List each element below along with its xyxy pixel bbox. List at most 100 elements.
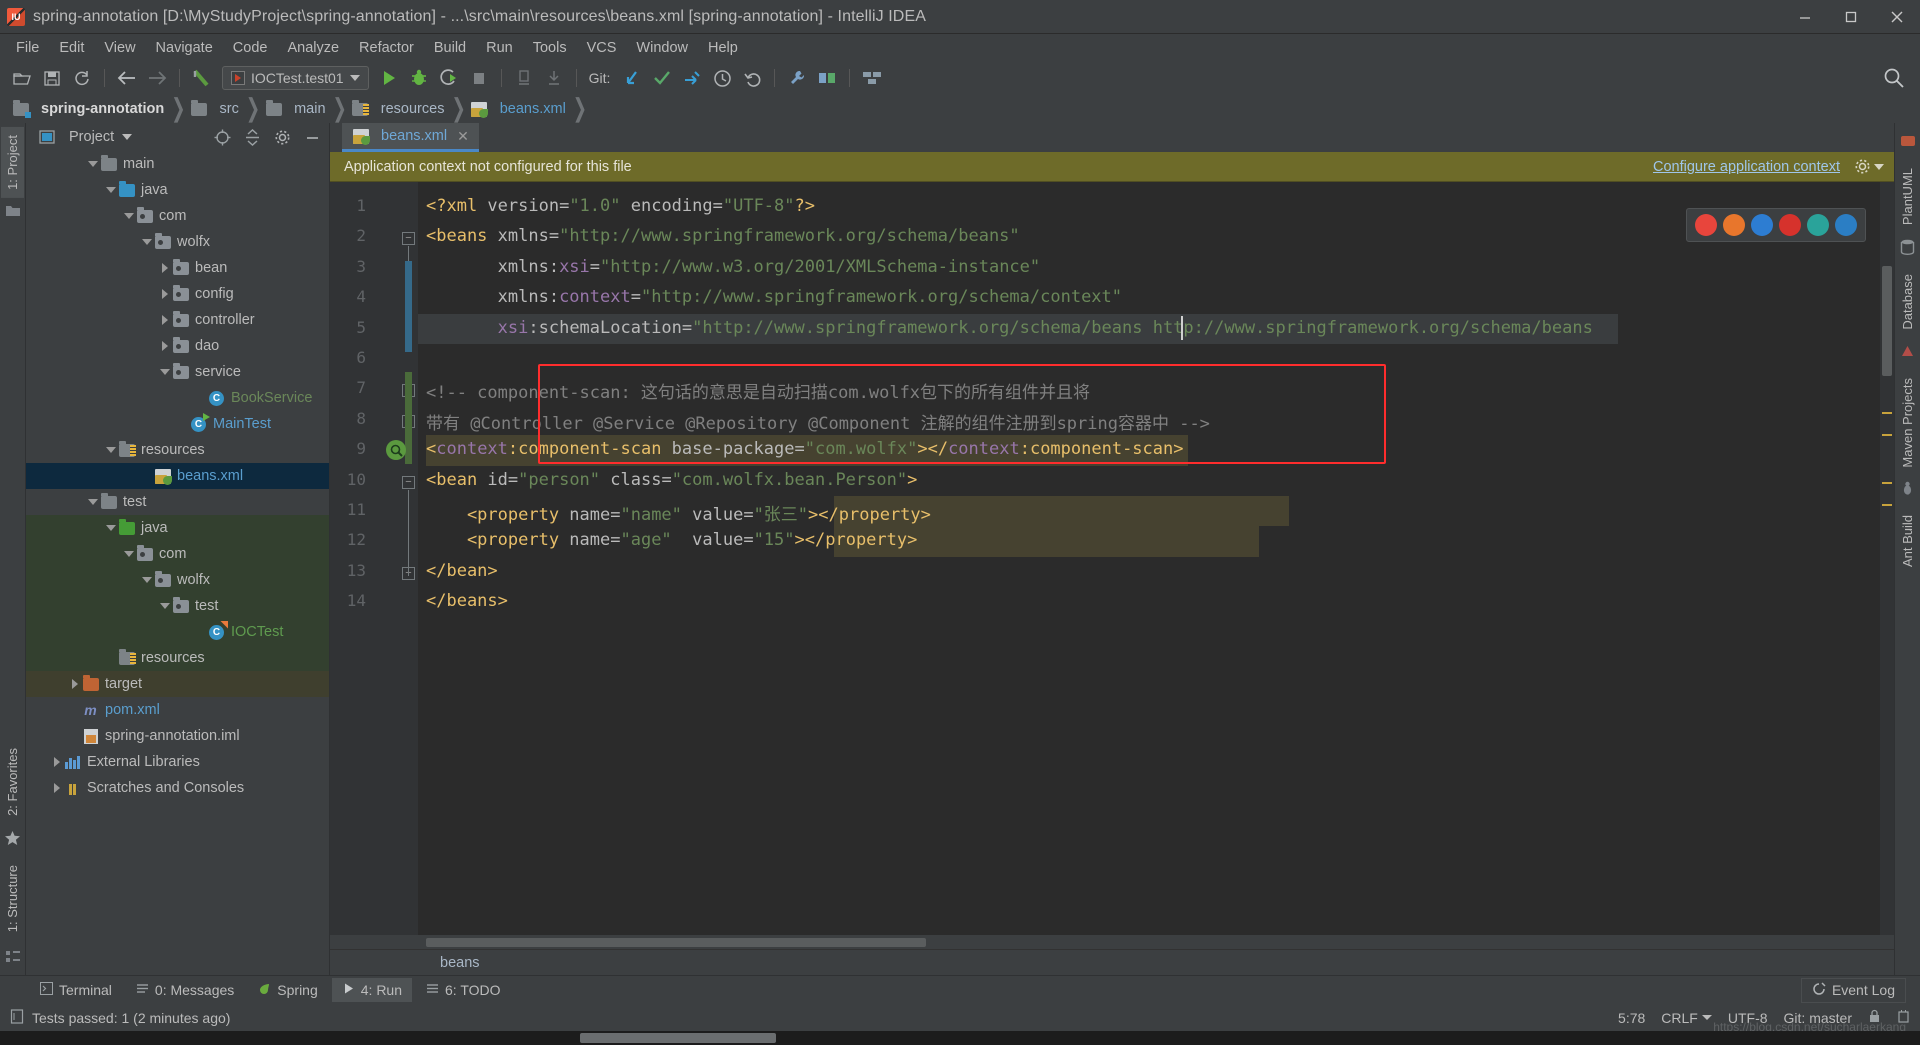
menu-window[interactable]: Window [626,37,698,59]
warning-marker[interactable] [1882,434,1892,436]
warning-marker[interactable] [1882,504,1892,506]
tree-node-main[interactable]: main [26,151,329,177]
minimize-button[interactable] [1782,0,1828,34]
editor-gutter[interactable]: 1234567891011121314−−−−− [330,182,418,935]
menu-vcs[interactable]: VCS [577,37,627,59]
tree-node-spring-annotation-iml[interactable]: spring-annotation.iml [26,723,329,749]
tree-node-wolfx[interactable]: wolfx [26,567,329,593]
plantuml-icon[interactable] [1900,133,1916,154]
spring-bean-gutter-icon[interactable] [386,440,406,461]
run-coverage-icon[interactable] [435,65,463,91]
breadcrumb-item-module[interactable]: spring-annotation [8,99,170,118]
tree-expand-arrow[interactable] [140,239,154,245]
line-separator[interactable]: CRLF [1661,1010,1698,1026]
code-content[interactable]: <?xml version="1.0" encoding="UTF-8"?> <b… [418,182,1880,935]
code-line[interactable]: 带有 @Controller @Service @Repository @Com… [426,409,1210,434]
code-line[interactable]: <property name="age" value="15"></proper… [426,530,917,550]
tree-expand-arrow[interactable] [158,315,172,325]
tree-node-target[interactable]: target [26,671,329,697]
tool-tab-terminal[interactable]: Terminal [30,978,122,1002]
star-icon[interactable] [4,830,21,851]
tool-tab-todo[interactable]: 6: TODO [416,978,511,1002]
ant-build-icon[interactable] [1900,481,1915,501]
code-line[interactable]: <beans xmlns="http://www.springframework… [426,226,1020,246]
code-line[interactable]: xmlns:context="http://www.springframewor… [426,287,1122,307]
tree-node-beans-xml[interactable]: beans.xml [26,463,329,489]
fold-marker[interactable]: − [402,232,415,246]
tree-node-resources[interactable]: resources [26,645,329,671]
open-in-browser-popup[interactable] [1686,208,1866,242]
menu-run[interactable]: Run [476,37,523,59]
menu-edit[interactable]: Edit [49,37,94,59]
tree-node-scratches-and-consoles[interactable]: Scratches and Consoles [26,775,329,801]
caret-position[interactable]: 5:78 [1618,1010,1645,1026]
breadcrumb-item-resources[interactable]: resources [348,99,451,117]
project-tree[interactable]: main java com wolfx bean config controller dao s… [26,151,329,975]
tree-node-controller[interactable]: controller [26,307,329,333]
debug-icon[interactable] [405,65,433,91]
tree-node-java[interactable]: java [26,177,329,203]
menu-file[interactable]: File [6,37,49,59]
menu-view[interactable]: View [94,37,145,59]
safari-icon[interactable] [1751,214,1773,236]
tree-expand-arrow[interactable] [50,783,64,793]
tool-tab-run[interactable]: 4: Run [331,978,412,1002]
tree-expand-arrow[interactable] [50,757,64,767]
code-line[interactable]: <!-- component-scan: 这句话的意思是自动扫描com.wolf… [426,378,1090,403]
tree-expand-arrow[interactable] [158,603,172,609]
tree-node-dao[interactable]: dao [26,333,329,359]
tree-expand-arrow[interactable] [158,341,172,351]
save-all-icon[interactable] [38,65,66,91]
tree-node-test[interactable]: test [26,489,329,515]
tree-expand-arrow[interactable] [122,551,136,557]
undo-icon[interactable] [738,65,766,91]
code-line[interactable]: xmlns:xsi="http://www.w3.org/2001/XMLSch… [426,257,1041,277]
vcs-change-marker[interactable] [405,260,412,352]
tree-expand-arrow[interactable] [140,577,154,583]
gear-icon[interactable] [271,126,293,148]
sidebar-tab-favorites[interactable]: 2: Favorites [1,740,24,824]
tree-expand-arrow[interactable] [86,161,100,167]
tree-node-service[interactable]: service [26,359,329,385]
breadcrumb-item-src[interactable]: src [187,99,245,117]
menu-analyze[interactable]: Analyze [277,37,349,59]
stop-icon[interactable] [465,65,493,91]
tree-expand-arrow[interactable] [122,213,136,219]
sidebar-tab-project[interactable]: 1: Project [1,127,24,198]
menu-tools[interactable]: Tools [523,37,577,59]
code-line[interactable]: <?xml version="1.0" encoding="UTF-8"?> [426,196,815,216]
code-line[interactable]: <context:component-scan base-package="co… [426,439,1183,459]
configure-application-context-link[interactable]: Configure application context [1653,159,1840,175]
edge-icon[interactable] [1807,214,1829,236]
code-line[interactable]: <bean id="person" class="com.wolfx.bean.… [426,470,917,490]
fold-marker[interactable]: − [402,475,415,489]
tree-node-wolfx[interactable]: wolfx [26,229,329,255]
search-everywhere-icon[interactable] [1880,65,1908,91]
chevron-down-icon[interactable] [122,134,133,140]
editor-marker-bar[interactable] [1880,182,1894,935]
scrollbar-thumb[interactable] [1882,266,1892,376]
vcs-added-marker[interactable] [405,372,412,464]
run-configuration-selector[interactable]: IOCTest.test01 [222,66,369,90]
code-line[interactable]: xsi:schemaLocation="http://www.springfra… [426,318,1593,338]
hide-panel-icon[interactable] [301,126,323,148]
event-log-button[interactable]: Event Log [1800,977,1906,1003]
taskbar-item[interactable] [580,1033,776,1043]
tree-node-config[interactable]: config [26,281,329,307]
tree-expand-arrow[interactable] [158,369,172,375]
tool-tab-messages[interactable]: 0: Messages [126,978,244,1002]
profile-icon[interactable] [510,65,538,91]
firefox-icon[interactable] [1723,214,1745,236]
tree-node-bean[interactable]: bean [26,255,329,281]
breadcrumb-item-main[interactable]: main [261,99,331,117]
update-project-icon[interactable] [618,65,646,91]
tree-expand-arrow[interactable] [68,679,82,689]
menu-build[interactable]: Build [424,37,476,59]
menu-navigate[interactable]: Navigate [146,37,223,59]
attach-icon[interactable] [540,65,568,91]
right-tab-database[interactable]: Database [1896,266,1919,338]
tree-node-test[interactable]: test [26,593,329,619]
tree-node-resources[interactable]: resources [26,437,329,463]
database-icon[interactable] [1900,239,1915,260]
code-line[interactable]: <property name="name" value="张三"></prope… [426,500,931,525]
